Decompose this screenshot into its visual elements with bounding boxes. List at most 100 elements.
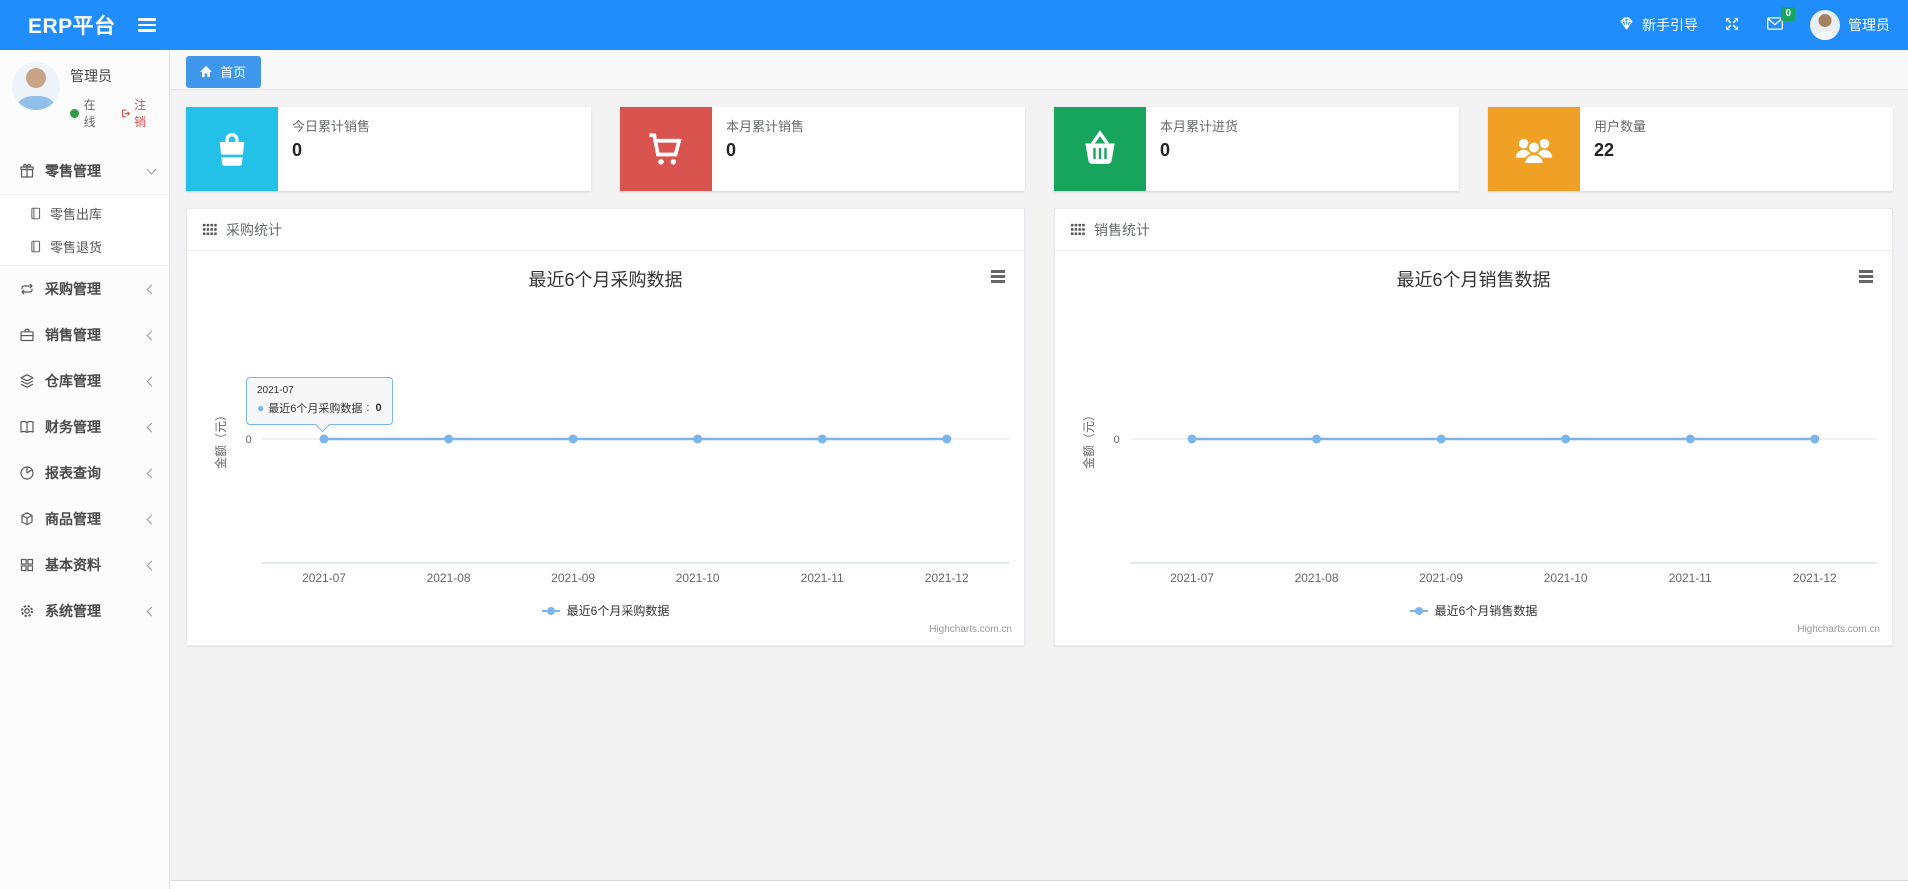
sidebar-item-warehouse[interactable]: 仓库管理 xyxy=(0,358,169,404)
sidebar-item-retail-return[interactable]: 零售退货 xyxy=(0,230,169,263)
chevron-left-icon xyxy=(146,514,157,524)
sidebar-item-label: 财务管理 xyxy=(45,419,101,435)
online-status-label: 在线 xyxy=(83,98,96,129)
sidebar-item-retail-outbound[interactable]: 零售出库 xyxy=(0,197,169,230)
sidebar-item-basic-data[interactable]: 基本资料 xyxy=(0,542,169,588)
home-icon xyxy=(199,65,213,78)
avatar xyxy=(1810,10,1840,40)
sidebar-item-purchase[interactable]: 采购管理 xyxy=(0,266,169,312)
avatar[interactable] xyxy=(12,62,60,110)
sidebar-item-label: 仓库管理 xyxy=(45,373,101,389)
shopping-cart-icon xyxy=(620,107,712,191)
file-icon xyxy=(28,207,42,220)
chart-panels-row: 采购统计 最近6个月采购数据 0 金额（元） 2021-07 2021-08 2… xyxy=(186,208,1893,646)
main-content: 首页 今日累计销售 0 本月累计销售 0 本月累计进货 0 用户数量 22 采购… xyxy=(171,50,1908,889)
x-tick-label: 2021-12 xyxy=(1793,571,1837,585)
sidebar-item-reports[interactable]: 报表查询 xyxy=(0,450,169,496)
sidebar-item-finance[interactable]: 财务管理 xyxy=(0,404,169,450)
briefcase-icon xyxy=(18,327,36,343)
sidebar-item-retail[interactable]: 零售管理 xyxy=(0,148,169,194)
sidebar-item-label: 报表查询 xyxy=(45,465,101,481)
stat-cards-row: 今日累计销售 0 本月累计销售 0 本月累计进货 0 用户数量 22 xyxy=(186,107,1893,191)
card-user-count[interactable]: 用户数量 22 xyxy=(1488,107,1893,191)
sales-chart: 最近6个月销售数据 0 金额（元） 2021-07 2021-08 2021-0… xyxy=(1055,251,1892,645)
tab-home[interactable]: 首页 xyxy=(186,56,262,88)
top-navbar: ERP平台 新手引导 0 管理员 xyxy=(0,0,1908,50)
sidebar-item-label: 零售出库 xyxy=(50,207,103,222)
legend-item[interactable]: 最近6个月采购数据 xyxy=(187,602,1024,619)
app-brand: ERP平台 xyxy=(28,15,116,38)
chevron-left-icon xyxy=(146,376,157,386)
users-icon xyxy=(1488,107,1580,191)
highcharts-credits-link[interactable]: Highcharts.com.cn xyxy=(1797,624,1880,635)
gear-icon xyxy=(18,603,36,619)
th-grid-icon xyxy=(202,223,217,236)
book-icon xyxy=(18,419,36,435)
retail-submenu: 零售出库 零售退货 xyxy=(0,194,169,266)
online-status-dot xyxy=(70,108,79,118)
navbar-username: 管理员 xyxy=(1848,17,1890,33)
y-tick-label: 0 xyxy=(1114,434,1120,446)
x-tick-label: 2021-08 xyxy=(427,571,471,585)
x-tick-label: 2021-07 xyxy=(1170,571,1214,585)
sidebar: 管理员 在线 注销 零售管理 零售出库 零售退货 采购管理 销售管理 仓库管理 … xyxy=(0,50,170,889)
fullscreen-button[interactable] xyxy=(1724,16,1740,35)
x-tick-label: 2021-09 xyxy=(551,571,595,585)
sidebar-user-block: 管理员 在线 注销 xyxy=(0,50,169,144)
card-value: 0 xyxy=(292,140,303,160)
sidebar-item-products[interactable]: 商品管理 xyxy=(0,496,169,542)
shopping-basket-icon xyxy=(1054,107,1146,191)
y-axis-title: 金额（元） xyxy=(1081,409,1096,469)
repeat-icon xyxy=(18,281,36,297)
legend-marker-icon xyxy=(541,606,560,615)
highcharts-credits-link[interactable]: Highcharts.com.cn xyxy=(929,624,1012,635)
messages-button[interactable]: 0 xyxy=(1766,7,1795,34)
sidebar-item-label: 系统管理 xyxy=(45,603,101,619)
chevron-left-icon xyxy=(146,560,157,570)
card-month-purchase[interactable]: 本月累计进货 0 xyxy=(1054,107,1459,191)
sidebar-username: 管理员 xyxy=(70,68,112,84)
shopping-bag-icon xyxy=(186,107,278,191)
chevron-down-icon xyxy=(146,164,157,175)
line-series[interactable] xyxy=(1187,434,1820,444)
panel-title: 采购统计 xyxy=(226,221,282,238)
sidebar-item-label: 零售管理 xyxy=(45,163,101,179)
sidebar-item-system[interactable]: 系统管理 xyxy=(0,588,169,634)
sidebar-item-label: 商品管理 xyxy=(45,511,101,527)
sidebar-item-label: 零售退货 xyxy=(50,240,103,255)
sidebar-menu: 零售管理 零售出库 零售退货 采购管理 销售管理 仓库管理 财务管理 报表查询 … xyxy=(0,148,169,634)
gem-icon xyxy=(1618,15,1635,35)
card-title: 本月累计进货 xyxy=(1160,119,1239,134)
pie-chart-icon xyxy=(18,465,36,481)
x-tick-label: 2021-10 xyxy=(1544,571,1588,585)
legend-label: 最近6个月销售数据 xyxy=(1434,604,1538,618)
guide-link[interactable]: 新手引导 xyxy=(1618,15,1698,35)
box-icon xyxy=(18,511,36,527)
card-value: 22 xyxy=(1594,140,1615,160)
breadcrumb: 首页 xyxy=(171,50,1908,90)
sidebar-toggle-icon[interactable] xyxy=(137,18,156,32)
chevron-left-icon xyxy=(146,468,157,478)
th-grid-icon xyxy=(1070,223,1085,236)
card-title: 本月累计销售 xyxy=(726,119,805,134)
logout-link[interactable]: 注销 xyxy=(120,96,157,130)
guide-label: 新手引导 xyxy=(1642,17,1698,33)
card-today-sales[interactable]: 今日累计销售 0 xyxy=(186,107,591,191)
card-title: 今日累计销售 xyxy=(292,119,371,134)
logout-icon xyxy=(121,109,130,117)
sidebar-item-sales[interactable]: 销售管理 xyxy=(0,312,169,358)
x-tick-label: 2021-10 xyxy=(676,571,720,585)
sidebar-item-label: 基本资料 xyxy=(45,557,101,573)
x-tick-label: 2021-09 xyxy=(1419,571,1463,585)
sales-stats-panel: 销售统计 最近6个月销售数据 0 金额（元） 2021-07 2021-08 2… xyxy=(1054,208,1893,646)
legend-item[interactable]: 最近6个月销售数据 xyxy=(1055,602,1892,619)
line-series[interactable] xyxy=(319,434,952,444)
card-title: 用户数量 xyxy=(1594,119,1647,134)
chevron-left-icon xyxy=(146,284,157,294)
card-month-sales[interactable]: 本月累计销售 0 xyxy=(620,107,1025,191)
x-tick-label: 2021-07 xyxy=(302,571,346,585)
user-menu[interactable]: 管理员 xyxy=(1810,10,1890,40)
legend-label: 最近6个月采购数据 xyxy=(566,604,670,618)
x-tick-label: 2021-11 xyxy=(801,571,844,585)
chart-tooltip: 2021-07 ● 最近6个月采购数据: 0 xyxy=(246,377,393,425)
